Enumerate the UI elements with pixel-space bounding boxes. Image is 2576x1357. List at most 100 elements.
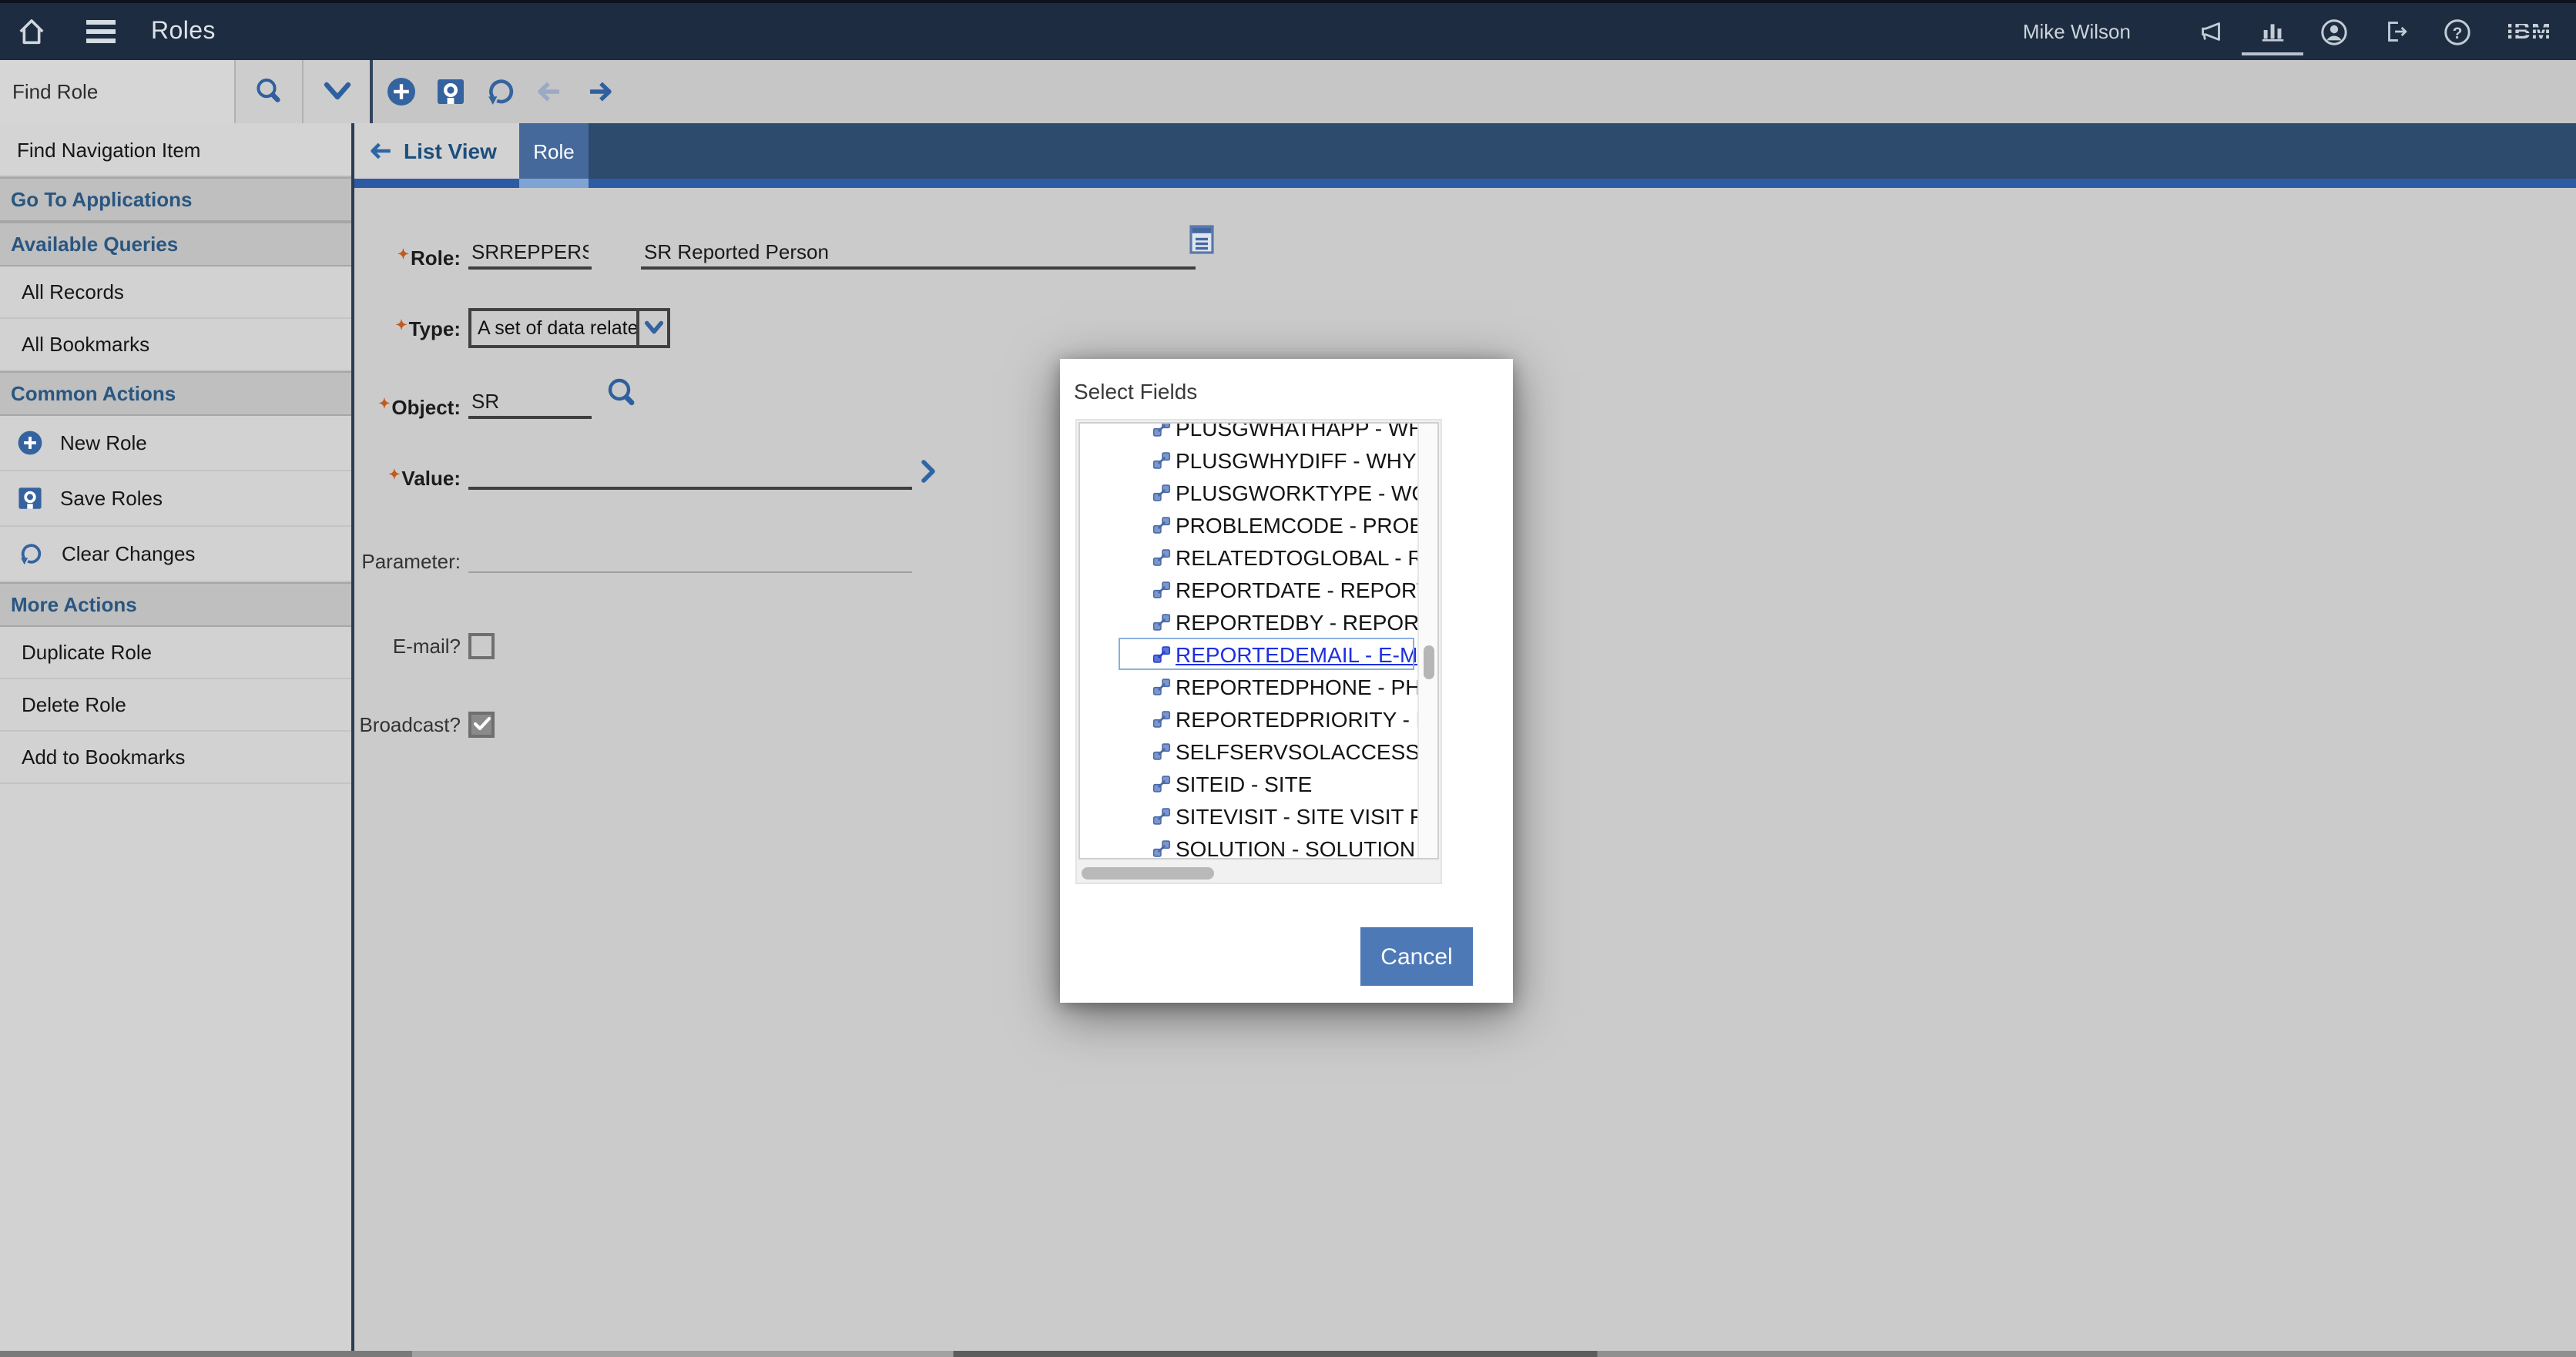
link-icon bbox=[1152, 774, 1171, 792]
sidebar-item-label: Clear Changes bbox=[62, 542, 196, 565]
horizontal-scrollbar-thumb[interactable] bbox=[1082, 867, 1214, 880]
sidebar-item-all-records[interactable]: All Records bbox=[0, 266, 351, 319]
help-icon[interactable]: ? bbox=[2427, 8, 2488, 55]
role-input[interactable] bbox=[468, 239, 592, 270]
tab-bar: List View Role bbox=[354, 123, 2576, 179]
required-star: ✦ bbox=[378, 396, 391, 411]
field-list-item[interactable]: REPORTEDPHONE - PHONE bbox=[1080, 670, 1417, 702]
long-description-icon[interactable] bbox=[1189, 225, 1214, 254]
home-icon[interactable] bbox=[15, 15, 48, 48]
link-icon bbox=[1152, 839, 1171, 857]
object-label: ✦ Object: bbox=[378, 396, 461, 419]
previous-record-icon[interactable] bbox=[532, 74, 567, 109]
find-navigation-input[interactable]: Find Navigation Item bbox=[0, 123, 351, 177]
ibm-logo: IBM bbox=[2507, 18, 2551, 45]
page-title: Roles bbox=[151, 18, 216, 44]
value-detail-chevron-icon[interactable] bbox=[920, 459, 938, 484]
broadcast-checkbox[interactable] bbox=[468, 711, 495, 737]
field-list-item[interactable]: SITEVISIT - SITE VISIT REQ bbox=[1080, 799, 1417, 832]
search-icon bbox=[257, 79, 280, 102]
select-chevron-icon bbox=[636, 311, 667, 345]
reports-chart-icon[interactable] bbox=[2242, 8, 2303, 55]
link-icon bbox=[1152, 451, 1171, 469]
new-role-icon bbox=[17, 430, 43, 456]
type-field-row: ✦ Type: A set of data related bbox=[354, 308, 670, 348]
field-list-item-selected[interactable]: REPORTEDEMAIL - E-MAIL bbox=[1080, 638, 1417, 670]
value-input[interactable] bbox=[468, 459, 912, 490]
header-actions: Mike Wilson ? IBM bbox=[2023, 8, 2551, 55]
menu-icon[interactable] bbox=[86, 20, 116, 43]
field-list-rows: PLUSGWHATHAPP - WHAT S PLUSGWHYDIFF - WH… bbox=[1080, 424, 1417, 858]
field-list-item[interactable]: REPORTDATE - REPORTED bbox=[1080, 573, 1417, 605]
active-tab-indicator bbox=[519, 179, 589, 188]
required-star: ✦ bbox=[388, 467, 401, 482]
announcements-icon[interactable] bbox=[2180, 8, 2242, 55]
clear-changes-icon bbox=[17, 540, 45, 568]
search-button[interactable] bbox=[234, 60, 302, 123]
vertical-scrollbar[interactable] bbox=[1417, 424, 1437, 858]
field-list-item[interactable]: REPORTEDBY - REPORTED bbox=[1080, 605, 1417, 638]
section-available-queries: Available Queries bbox=[0, 222, 351, 266]
svg-text:?: ? bbox=[2453, 24, 2463, 42]
sidebar-item-save-roles[interactable]: Save Roles bbox=[0, 471, 351, 527]
link-icon bbox=[1152, 580, 1171, 598]
value-label: ✦ Value: bbox=[388, 467, 461, 490]
link-icon bbox=[1152, 645, 1171, 663]
sidebar-item-duplicate-role[interactable]: Duplicate Role bbox=[0, 627, 351, 679]
object-input[interactable] bbox=[468, 388, 592, 419]
section-go-to-applications: Go To Applications bbox=[0, 177, 351, 222]
list-view-label: List View bbox=[404, 139, 497, 163]
sidebar-item-new-role[interactable]: New Role bbox=[0, 416, 351, 471]
sidebar-item-clear-changes[interactable]: Clear Changes bbox=[0, 527, 351, 582]
link-icon bbox=[1152, 806, 1171, 825]
sidebar-item-add-to-bookmarks[interactable]: Add to Bookmarks bbox=[0, 732, 351, 784]
next-record-icon[interactable] bbox=[581, 74, 616, 109]
field-list-item[interactable]: PLUSGWHATHAPP - WHAT S bbox=[1080, 424, 1417, 444]
required-star: ✦ bbox=[397, 246, 409, 262]
parameter-label: Parameter: bbox=[361, 550, 461, 573]
tab-list-view[interactable]: List View bbox=[354, 123, 519, 179]
profile-icon[interactable] bbox=[2303, 8, 2365, 55]
field-list-item[interactable]: PROBLEMCODE - PROBLEM bbox=[1080, 508, 1417, 541]
find-role-input[interactable] bbox=[0, 60, 234, 123]
search-options-button[interactable] bbox=[302, 60, 370, 123]
email-label: E-mail? bbox=[392, 634, 461, 657]
parameter-input[interactable] bbox=[468, 542, 912, 573]
field-list-panel: PLUSGWHATHAPP - WHAT S PLUSGWHYDIFF - WH… bbox=[1075, 419, 1442, 884]
field-list-item[interactable]: SELFSERVSOLACCESS - SEL bbox=[1080, 735, 1417, 767]
type-select[interactable]: A set of data related bbox=[468, 308, 670, 348]
field-list-item[interactable]: REPORTEDPRIORITY - REP bbox=[1080, 702, 1417, 735]
sidebar-item-delete-role[interactable]: Delete Role bbox=[0, 679, 351, 732]
object-lookup-icon[interactable] bbox=[604, 376, 639, 411]
user-name[interactable]: Mike Wilson bbox=[2023, 20, 2131, 43]
record-toolbar bbox=[0, 60, 2576, 123]
email-checkbox[interactable] bbox=[468, 632, 495, 658]
link-icon bbox=[1152, 677, 1171, 695]
link-icon bbox=[1152, 612, 1171, 631]
link-icon bbox=[1152, 709, 1171, 728]
field-list-item[interactable]: RELATEDTOGLOBAL - RELA bbox=[1080, 541, 1417, 573]
new-record-icon[interactable] bbox=[384, 74, 419, 109]
vertical-scrollbar-thumb[interactable] bbox=[1424, 645, 1434, 679]
cancel-button[interactable]: Cancel bbox=[1360, 927, 1473, 986]
field-list-item[interactable]: PLUSGWHYDIFF - WHY WE bbox=[1080, 444, 1417, 476]
field-list: PLUSGWHATHAPP - WHAT S PLUSGWHYDIFF - WH… bbox=[1078, 422, 1439, 859]
type-select-value: A set of data related bbox=[478, 317, 636, 339]
clear-changes-icon[interactable] bbox=[482, 74, 518, 109]
application-window: Roles Mike Wilson ? IBM Find Role Find N… bbox=[0, 0, 2576, 1357]
field-list-item[interactable]: SITEID - SITE bbox=[1080, 767, 1417, 799]
sidebar: Find Navigation Item Go To Applications … bbox=[0, 123, 354, 1351]
role-description-input[interactable] bbox=[641, 239, 1196, 270]
tab-role[interactable]: Role bbox=[519, 123, 589, 179]
sidebar-item-all-bookmarks[interactable]: All Bookmarks bbox=[0, 319, 351, 371]
chevron-down-icon bbox=[323, 81, 351, 99]
section-more-actions: More Actions bbox=[0, 582, 351, 627]
sign-out-icon[interactable] bbox=[2365, 8, 2427, 55]
field-list-item[interactable]: SOLUTION - SOLUTION bbox=[1080, 832, 1417, 858]
link-icon bbox=[1152, 742, 1171, 760]
broadcast-label: Broadcast? bbox=[359, 712, 461, 735]
field-list-item[interactable]: PLUSGWORKTYPE - WORK T bbox=[1080, 476, 1417, 508]
save-record-icon[interactable] bbox=[433, 74, 468, 109]
toolbar-actions bbox=[373, 60, 616, 123]
role-field-row: ✦ Role: bbox=[354, 220, 1196, 270]
